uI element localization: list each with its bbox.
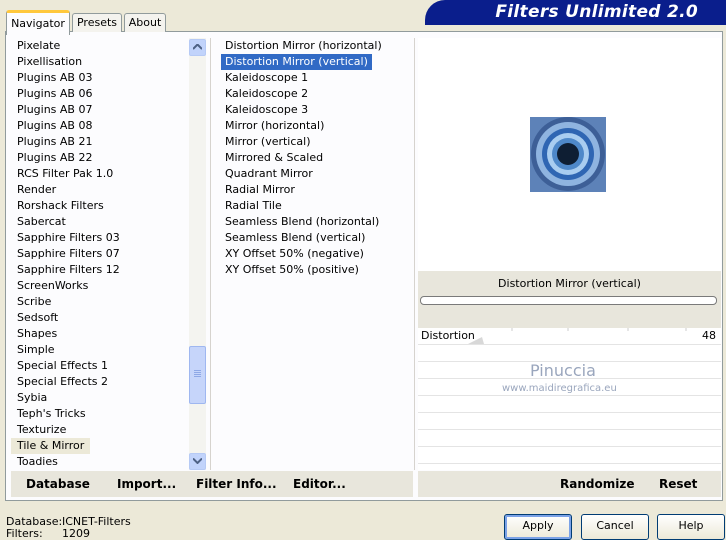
filter-item[interactable]: Kaleidoscope 2 xyxy=(221,86,411,102)
filter-item[interactable]: Seamless Blend (vertical) xyxy=(221,230,411,246)
filter-item[interactable]: XY Offset 50% (positive) xyxy=(221,262,411,278)
filter-item[interactable]: Mirror (vertical) xyxy=(221,134,411,150)
database-button[interactable]: Database xyxy=(26,477,90,491)
param-label: Distortion xyxy=(421,329,475,342)
watermark-name: Pinuccia xyxy=(530,361,596,380)
param-row-empty xyxy=(418,447,721,464)
filter-item[interactable]: Seamless Blend (horizontal) xyxy=(221,214,411,230)
editor-button[interactable]: Editor... xyxy=(293,477,346,491)
category-item[interactable]: Plugins AB 06 xyxy=(11,86,189,102)
status-filters-label: Filters: xyxy=(6,527,43,540)
chevron-up-icon xyxy=(193,44,202,50)
filter-info-button[interactable]: Filter Info... xyxy=(196,477,277,491)
category-item[interactable]: Sapphire Filters 12 xyxy=(11,262,189,278)
divider xyxy=(414,38,415,470)
category-item[interactable]: Sapphire Filters 07 xyxy=(11,246,189,262)
filter-item[interactable]: Radial Mirror xyxy=(221,182,411,198)
left-button-bar: Database Import... Filter Info... Editor… xyxy=(11,471,413,497)
param-row-empty xyxy=(418,430,721,447)
category-item[interactable]: Plugins AB 21 xyxy=(11,134,189,150)
category-item[interactable]: Sybia xyxy=(11,390,189,406)
category-item[interactable]: Scribe xyxy=(11,294,189,310)
category-item[interactable]: Sapphire Filters 03 xyxy=(11,230,189,246)
category-item[interactable]: ScreenWorks xyxy=(11,278,189,294)
filter-list[interactable]: Distortion Mirror (horizontal) Distortion… xyxy=(221,38,411,278)
reset-button[interactable]: Reset xyxy=(659,477,697,491)
category-item[interactable]: Special Effects 1 xyxy=(11,358,189,374)
category-item[interactable]: Teph's Tricks xyxy=(11,406,189,422)
param-row-empty xyxy=(418,413,721,430)
category-item[interactable]: Tile & Mirror xyxy=(11,438,91,454)
category-item[interactable]: Pixellisation xyxy=(11,54,189,70)
scroll-thumb[interactable] xyxy=(189,346,206,404)
current-filter-name: Distortion Mirror (vertical) xyxy=(498,277,641,290)
progress-bar xyxy=(420,296,717,305)
filter-item[interactable]: Kaleidoscope 3 xyxy=(221,102,411,118)
filter-item[interactable]: Distortion Mirror (vertical) xyxy=(221,54,372,70)
chevron-down-icon xyxy=(193,458,202,464)
category-item[interactable]: Pixelate xyxy=(11,38,189,54)
banner-title: Filters Unlimited 2.0 xyxy=(495,2,698,22)
status-filters-value: 1209 xyxy=(62,527,90,540)
tab-navigator[interactable]: Navigator xyxy=(6,10,70,35)
watermark-url: www.maidiregrafica.eu xyxy=(502,383,617,394)
category-item[interactable]: Special Effects 2 xyxy=(11,374,189,390)
category-item[interactable]: RCS Filter Pak 1.0 xyxy=(11,166,189,182)
right-button-bar: Randomize Reset xyxy=(418,471,721,497)
category-item[interactable]: Toadies xyxy=(11,454,189,470)
status-filters: Filters: 1209 xyxy=(6,527,90,540)
filter-item[interactable]: Radial Tile xyxy=(221,198,411,214)
category-item[interactable]: Sedsoft xyxy=(11,310,189,326)
cancel-button[interactable]: Cancel xyxy=(581,514,649,540)
tab-about[interactable]: About xyxy=(124,13,166,32)
category-item[interactable]: Texturize xyxy=(11,422,189,438)
scroll-up-button[interactable] xyxy=(189,39,206,56)
preview-thumbnail xyxy=(530,117,606,192)
filter-item[interactable]: Mirrored & Scaled xyxy=(221,150,411,166)
category-item[interactable]: Sabercat xyxy=(11,214,189,230)
category-item[interactable]: Plugins AB 03 xyxy=(11,70,189,86)
divider xyxy=(210,38,211,470)
category-item[interactable]: Plugins AB 07 xyxy=(11,102,189,118)
import-button[interactable]: Import... xyxy=(117,477,176,491)
filter-item[interactable]: Kaleidoscope 1 xyxy=(221,70,411,86)
category-list[interactable]: Pixelate Pixellisation Plugins AB 03 Plugin… xyxy=(11,38,189,470)
help-button[interactable]: Help xyxy=(657,514,725,540)
category-item[interactable]: Rorshack Filters xyxy=(11,198,189,214)
param-row-empty xyxy=(418,345,721,362)
category-item[interactable]: Render xyxy=(11,182,189,198)
title-banner: Filters Unlimited 2.0 xyxy=(425,0,726,25)
scroll-down-button[interactable] xyxy=(189,453,206,470)
randomize-button[interactable]: Randomize xyxy=(560,477,634,491)
filter-item[interactable]: Mirror (horizontal) xyxy=(221,118,411,134)
category-item[interactable]: Plugins AB 22 xyxy=(11,150,189,166)
param-slider[interactable] xyxy=(468,328,696,344)
apply-button[interactable]: Apply xyxy=(504,514,572,540)
filter-item[interactable]: Distortion Mirror (horizontal) xyxy=(221,38,411,54)
param-distortion[interactable]: Distortion 48 xyxy=(418,328,721,345)
filter-item[interactable]: XY Offset 50% (negative) xyxy=(221,246,411,262)
tab-presets[interactable]: Presets xyxy=(72,13,122,32)
parameters-panel: Distortion 48 xyxy=(418,328,721,470)
category-scrollbar[interactable] xyxy=(189,38,206,470)
param-value: 48 xyxy=(702,329,716,342)
category-item[interactable]: Shapes xyxy=(11,326,189,342)
param-row-empty xyxy=(418,396,721,413)
filter-item[interactable]: Quadrant Mirror xyxy=(221,166,411,182)
category-item[interactable]: Simple xyxy=(11,342,189,358)
filter-name-panel: Distortion Mirror (vertical) xyxy=(418,271,721,328)
category-item[interactable]: Plugins AB 08 xyxy=(11,118,189,134)
